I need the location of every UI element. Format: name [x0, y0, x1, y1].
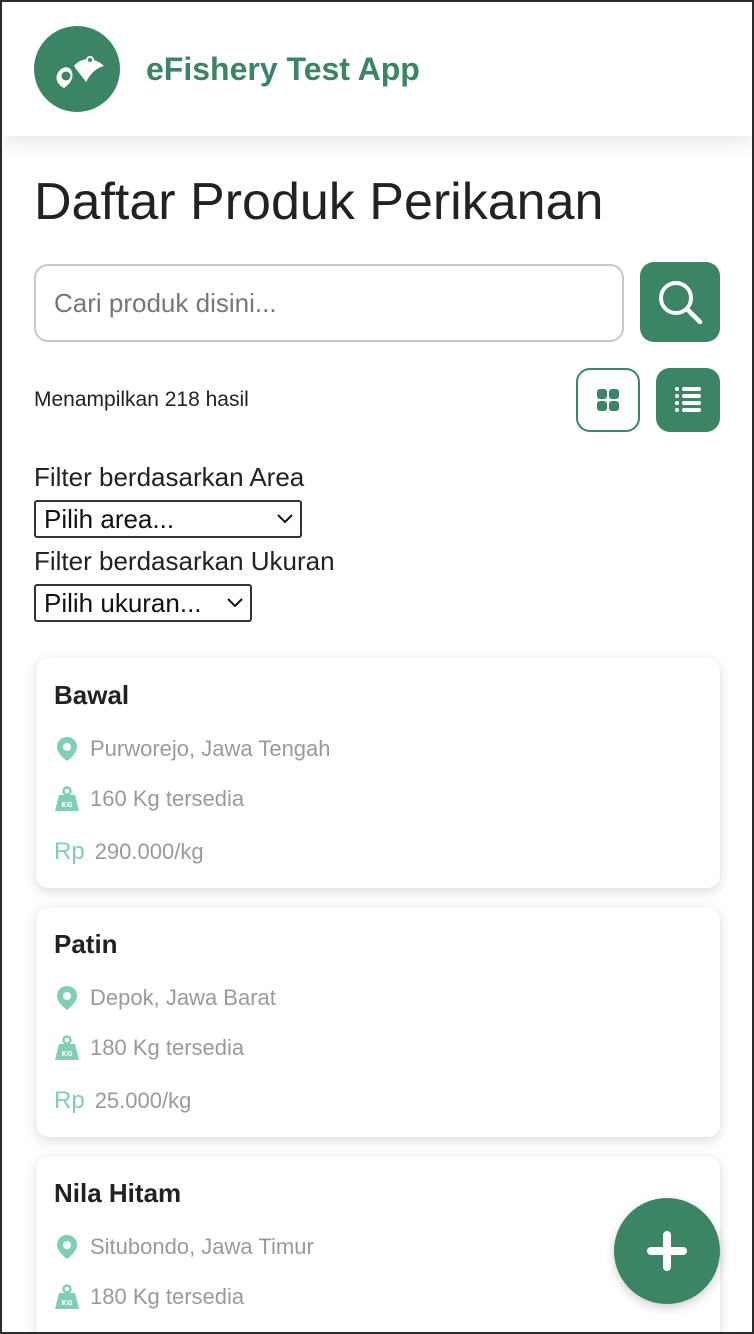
product-price: Rp 25.000/kg	[54, 1087, 191, 1115]
product-stock-text: 180 Kg tersedia	[90, 1284, 245, 1309]
product-stock: KG 180 Kg tersedia	[54, 1284, 244, 1310]
product-name: Nila Hitam	[54, 1178, 182, 1208]
weight-kg-icon: KG	[54, 1035, 80, 1061]
app-header: eFishery Test App	[2, 2, 752, 136]
product-name: Patin	[54, 929, 118, 959]
product-name: Bawal	[54, 680, 130, 710]
product-stock-text: 180 Kg tersedia	[90, 1035, 245, 1060]
app-frame: eFishery Test App Daftar Produk Perikana…	[0, 0, 754, 1334]
product-stock-text: 160 Kg tersedia	[90, 786, 245, 811]
location-pin-icon	[54, 736, 80, 762]
fish-logo-icon	[34, 26, 120, 112]
product-location: Purworejo, Jawa Tengah	[54, 736, 331, 762]
filter-area-label: Filter berdasarkan Area	[34, 462, 305, 492]
search-icon	[659, 281, 703, 325]
app-title: eFishery Test App	[146, 50, 420, 87]
result-count: Menampilkan 218 hasil	[34, 388, 249, 411]
filter-size-label: Filter berdasarkan Ukuran	[34, 546, 335, 576]
product-card[interactable]: Bawal Purworejo, Jawa Tengah KG 160 Kg t…	[36, 658, 720, 888]
product-price-text: 25.000/kg	[94, 1088, 192, 1113]
product-card[interactable]: Patin Depok, Jawa Barat KG 180 Kg tersed…	[36, 907, 720, 1137]
size-select-value: Pilih ukuran...	[44, 587, 202, 618]
currency-label: Rp	[54, 1087, 85, 1114]
product-stock: KG 180 Kg tersedia	[54, 1035, 244, 1061]
product-price-text: 290.000/kg	[94, 839, 204, 864]
svg-text:KG: KG	[61, 1299, 72, 1307]
list-view-icon	[675, 387, 701, 412]
product-location-text: Purworejo, Jawa Tengah	[90, 736, 331, 761]
weight-kg-icon: KG	[54, 1284, 80, 1310]
chevron-down-icon	[227, 598, 243, 608]
product-price: Rp 290.000/kg	[54, 838, 204, 866]
search-input[interactable]	[34, 264, 624, 342]
grid-view-button[interactable]	[576, 368, 640, 432]
area-select[interactable]: Pilih area...	[34, 500, 302, 538]
weight-kg-icon: KG	[54, 786, 80, 812]
chevron-down-icon	[277, 514, 293, 524]
list-view-button[interactable]	[656, 368, 720, 432]
svg-text:KG: KG	[61, 801, 72, 809]
size-select[interactable]: Pilih ukuran...	[34, 584, 252, 622]
search-button[interactable]	[640, 262, 720, 342]
area-select-value: Pilih area...	[44, 503, 175, 534]
location-pin-icon	[54, 985, 80, 1011]
product-stock: KG 160 Kg tersedia	[54, 786, 244, 812]
plus-icon	[647, 1231, 687, 1271]
add-product-button[interactable]	[614, 1198, 720, 1304]
location-pin-icon	[54, 1234, 80, 1260]
grid-view-icon	[597, 389, 619, 411]
product-location-text: Depok, Jawa Barat	[90, 985, 276, 1010]
product-location-text: Situbondo, Jawa Timur	[90, 1234, 314, 1259]
product-location: Depok, Jawa Barat	[54, 985, 276, 1011]
currency-label: Rp	[54, 838, 85, 865]
page-title: Daftar Produk Perikanan	[34, 173, 604, 231]
product-location: Situbondo, Jawa Timur	[54, 1234, 314, 1260]
svg-text:KG: KG	[61, 1050, 72, 1058]
